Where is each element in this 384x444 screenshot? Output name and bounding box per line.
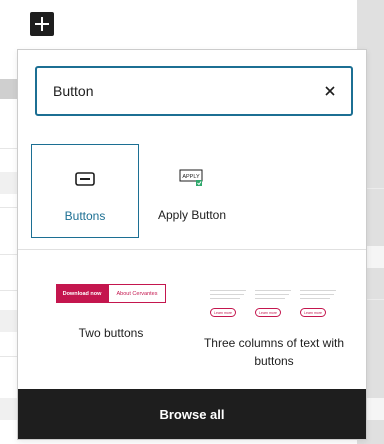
preview-pill-button: Learn more xyxy=(300,308,326,317)
preview-text-line xyxy=(255,298,285,299)
canvas-row-line xyxy=(366,188,384,189)
canvas-row-band xyxy=(366,398,384,420)
pattern-label: Two buttons xyxy=(78,326,144,340)
section-divider xyxy=(18,249,366,250)
block-item-buttons[interactable]: Buttons xyxy=(31,144,139,238)
canvas-row-line xyxy=(0,148,18,149)
preview-text-line xyxy=(300,294,334,295)
canvas-row-line xyxy=(0,356,18,357)
preview-text-line xyxy=(255,290,291,291)
preview-text-line xyxy=(300,290,336,291)
browse-all-button[interactable]: Browse all xyxy=(18,389,366,439)
canvas-row-band xyxy=(0,398,18,420)
clear-search-button[interactable] xyxy=(319,80,341,102)
preview-text-line xyxy=(210,298,240,299)
block-item-label: Buttons xyxy=(64,209,106,223)
block-inserter-toggle[interactable] xyxy=(30,12,54,36)
canvas-row-band xyxy=(0,310,18,332)
block-item-apply-button[interactable]: APPLY Apply Button xyxy=(138,144,246,238)
pattern-preview: Learn more Learn more Learn more xyxy=(210,288,338,320)
canvas-row-line xyxy=(0,290,18,291)
search-input[interactable] xyxy=(53,68,303,114)
svg-text:APPLY: APPLY xyxy=(182,174,200,180)
pattern-three-columns-buttons[interactable]: Learn more Learn more Learn more Three c… xyxy=(196,288,352,370)
block-search xyxy=(35,66,353,116)
canvas-row-band xyxy=(366,246,384,268)
pattern-preview: Download now About Cervantes xyxy=(56,284,166,303)
preview-primary-button: Download now xyxy=(56,284,108,303)
pattern-label: Three columns of text with buttons xyxy=(203,336,345,368)
preview-pill-button: Learn more xyxy=(210,308,236,317)
preview-secondary-button: About Cervantes xyxy=(108,284,166,303)
block-item-label: Apply Button xyxy=(157,208,227,222)
preview-text-line xyxy=(255,294,289,295)
buttons-block-icon xyxy=(75,167,95,191)
apply-button-block-icon: APPLY xyxy=(179,166,205,190)
canvas-row-band xyxy=(0,172,18,194)
close-icon xyxy=(325,86,335,96)
preview-text-line xyxy=(210,294,244,295)
canvas-highlight-band xyxy=(0,79,18,99)
preview-text-line xyxy=(210,290,246,291)
canvas-row-line xyxy=(0,254,18,255)
preview-text-line xyxy=(300,298,330,299)
pattern-two-buttons[interactable]: Download now About Cervantes Two buttons xyxy=(46,284,176,342)
block-inserter-popover: Buttons APPLY Apply Button Download now … xyxy=(17,49,367,440)
canvas-row-line xyxy=(366,299,384,300)
preview-pill-button: Learn more xyxy=(255,308,281,317)
plus-icon xyxy=(35,17,49,31)
canvas-row-line xyxy=(0,207,18,208)
